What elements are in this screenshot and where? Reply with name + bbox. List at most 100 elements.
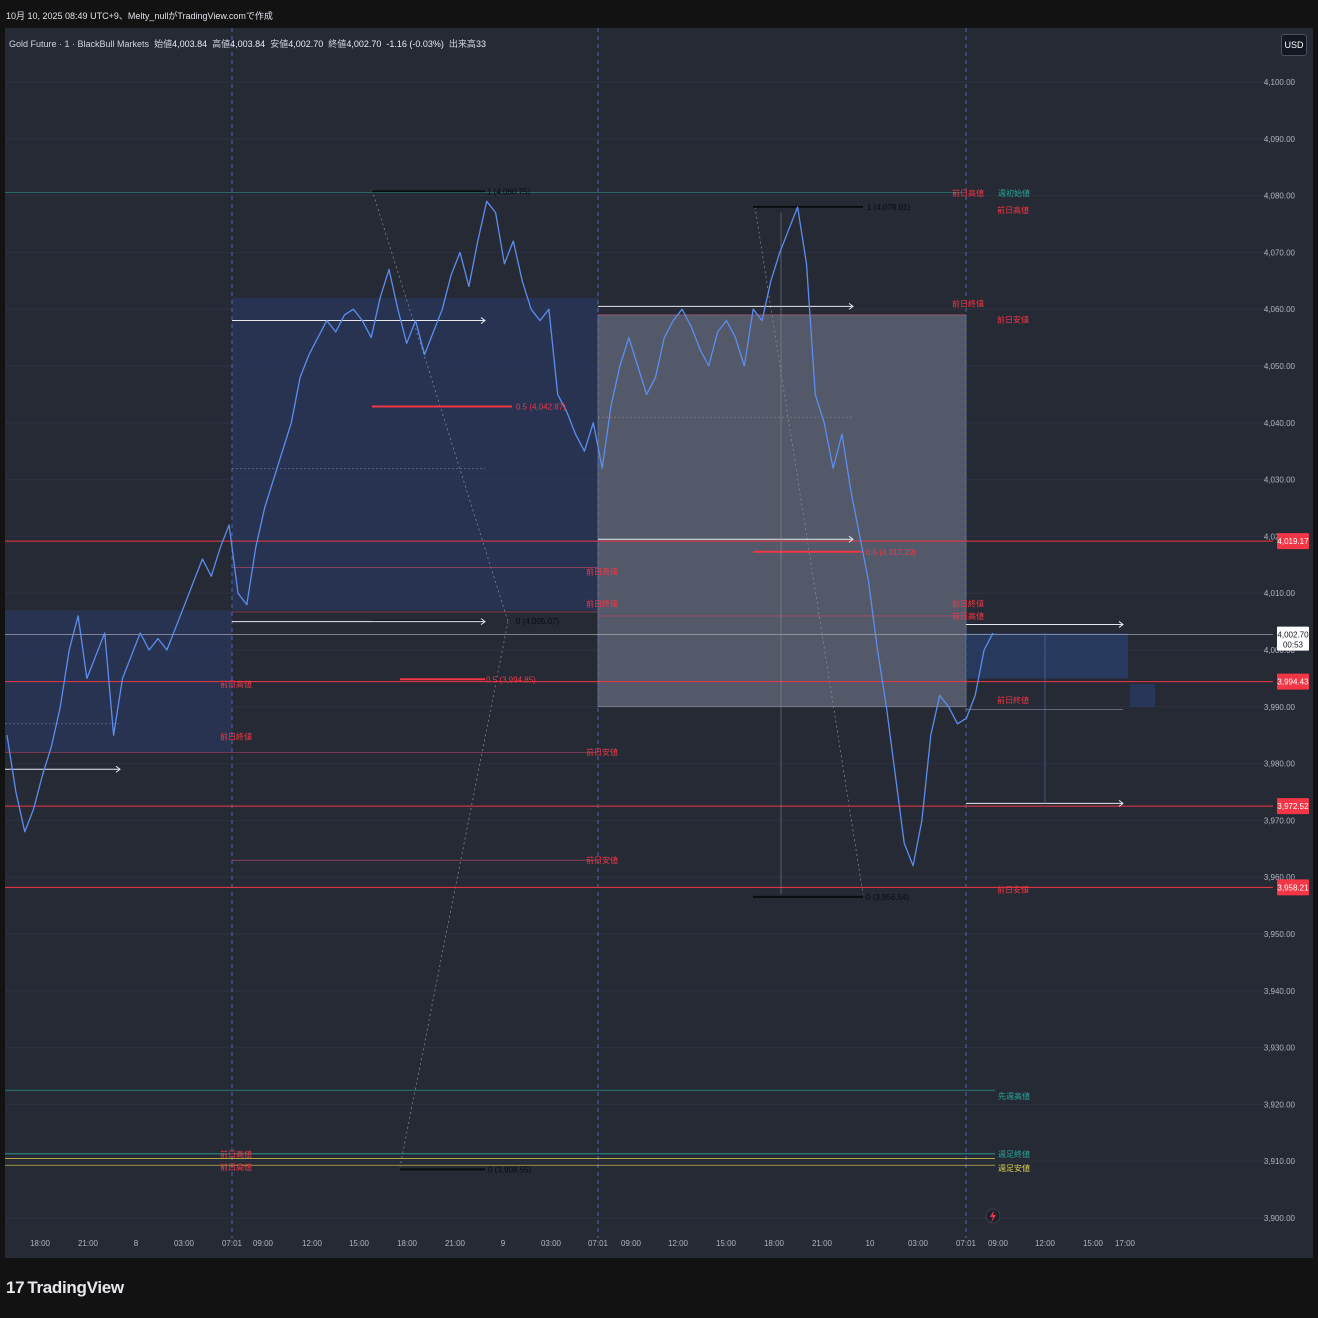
close-value: 4,002.70 [346, 39, 382, 49]
level-label: 前日高値 [220, 1162, 252, 1172]
symbol-name: Gold Future · 1 · BlackBull Markets [9, 39, 150, 49]
x-axis-tick: 03:00 [174, 1239, 195, 1248]
high-value: 4,003.84 [230, 39, 266, 49]
x-axis-tick: 07:01 [222, 1239, 243, 1248]
y-axis-tick: 3,950.00 [1264, 930, 1296, 939]
y-axis-tick: 3,910.00 [1264, 1157, 1296, 1166]
x-axis-tick: 09:00 [253, 1239, 274, 1248]
price-chart[interactable]: 1 (4,080.75) 0.5 (4,042.87) 0 (4,005.07) 0.… [5, 28, 1313, 1258]
x-axis-tick: 03:00 [541, 1239, 562, 1248]
fib-connector [399, 621, 509, 1167]
y-axis-tick: 4,060.00 [1264, 305, 1296, 314]
y-axis-tick: 3,980.00 [1264, 760, 1296, 769]
session-box-3 [597, 314, 967, 708]
y-axis-tick: 4,030.00 [1264, 476, 1296, 485]
y-axis-tick: 3,900.00 [1264, 1214, 1296, 1223]
level-label: 前日終値 [586, 598, 618, 608]
session-box-2 [232, 297, 598, 611]
x-axis-tick: 15:00 [349, 1239, 370, 1248]
tradingview-wordmark: TradingView [27, 1278, 124, 1297]
x-axis-tick: 18:00 [764, 1239, 785, 1248]
level-label: 前日安値 [586, 855, 618, 865]
x-axis-tick: 10 [866, 1239, 875, 1248]
y-axis-tick: 4,080.00 [1264, 192, 1296, 201]
low-value: 4,002.70 [288, 39, 324, 49]
level-label: 前日安値 [997, 885, 1029, 895]
open-label: 始値 [154, 39, 173, 49]
countdown-text: 00:53 [1283, 641, 1304, 650]
volume-label: 出来高 [448, 39, 476, 49]
level-label: 前日安値 [997, 314, 1029, 324]
x-axis-tick: 9 [501, 1239, 506, 1248]
fib-label: 0.5 (3,994.85) [486, 675, 536, 684]
fib-label: 0 (3,956.54) [866, 893, 909, 902]
y-axis-tick: 3,990.00 [1264, 703, 1296, 712]
level-label: 前日高値 [220, 679, 252, 689]
chart-area[interactable]: 1 (4,080.75) 0.5 (4,042.87) 0 (4,005.07) 0.… [5, 28, 1313, 1258]
level-label: 前日終値 [952, 299, 984, 309]
y-axis-tick: 3,930.00 [1264, 1044, 1296, 1053]
tradingview-logo: 17 TradingView [6, 1278, 124, 1298]
close-label: 終値 [328, 39, 347, 49]
price-badge-text: 4,019.17 [1277, 537, 1309, 546]
level-label: 前日高値 [952, 611, 984, 621]
session-box-5 [1130, 684, 1155, 707]
level-label: 先週高値 [998, 1091, 1030, 1101]
x-axis-tick: 12:00 [668, 1239, 689, 1248]
tradingview-logo-icon: 17 [6, 1278, 25, 1297]
level-label: 週足終値 [998, 1149, 1030, 1159]
footer-bar: 17 TradingView [0, 1258, 1318, 1318]
currency-button[interactable]: USD [1281, 34, 1307, 56]
y-axis-tick: 3,920.00 [1264, 1100, 1296, 1109]
fib-label: 1 (4,078.01) [867, 203, 910, 212]
x-axis-tick: 21:00 [78, 1239, 99, 1248]
y-axis-tick: 4,090.00 [1264, 135, 1296, 144]
high-label: 高値 [212, 39, 231, 49]
change-value: -1.16 (-0.03%) [386, 39, 444, 49]
y-axis-tick: 4,100.00 [1264, 78, 1296, 87]
level-label: 前日安値 [586, 747, 618, 757]
price-badge-text: 3,994.43 [1277, 678, 1309, 687]
fib-label: 0 (3,908.55) [488, 1165, 531, 1174]
fib-label: 0.5 (4,017.29) [866, 548, 916, 557]
header-bar: 10月 10, 2025 08:49 UTC+9、Melty_nullがTrad… [0, 0, 1318, 28]
level-label: 週足安値 [998, 1163, 1030, 1173]
level-label: 前日高値 [586, 567, 618, 577]
x-axis-tick: 09:00 [621, 1239, 642, 1248]
x-axis-tick: 18:00 [30, 1239, 51, 1248]
x-axis-tick: 21:00 [445, 1239, 466, 1248]
x-axis-tick: 15:00 [716, 1239, 737, 1248]
y-axis-tick: 4,040.00 [1264, 419, 1296, 428]
fib-label: 0.5 (4,042.87) [516, 402, 566, 411]
header-text: 10月 10, 2025 08:49 UTC+9、Melty_nullがTrad… [6, 11, 273, 21]
y-axis-tick: 3,940.00 [1264, 987, 1296, 996]
x-axis-tick: 15:00 [1083, 1239, 1104, 1248]
y-axis-tick: 4,050.00 [1264, 362, 1296, 371]
x-axis-tick: 03:00 [908, 1239, 929, 1248]
price-badge-text: 3,972.52 [1277, 802, 1309, 811]
x-axis-tick: 07:01 [588, 1239, 609, 1248]
level-label: 週初始値 [998, 188, 1030, 198]
current-price-text: 4,002.70 [1277, 631, 1309, 640]
x-axis-tick: 21:00 [812, 1239, 833, 1248]
level-label: 前日終値 [220, 731, 252, 741]
x-axis-tick: 17:00 [1115, 1239, 1136, 1248]
session-box-4 [966, 632, 1128, 679]
y-axis-tick: 4,010.00 [1264, 589, 1296, 598]
symbol-legend: Gold Future · 1 · BlackBull Markets 始値4,… [9, 37, 486, 50]
fib-label: 1 (4,080.75) [487, 187, 530, 196]
open-value: 4,003.84 [172, 39, 208, 49]
x-axis-tick: 18:00 [397, 1239, 418, 1248]
level-label: 前日高値 [997, 205, 1029, 215]
x-axis-tick: 8 [134, 1239, 139, 1248]
y-axis-tick: 4,070.00 [1264, 248, 1296, 257]
x-axis-tick: 07:01 [956, 1239, 977, 1248]
level-label: 前日終値 [997, 695, 1029, 705]
volume-value: 33 [475, 39, 486, 49]
level-label: 前日高値 [220, 1149, 252, 1159]
fib-label: 0 (4,005.07) [516, 617, 559, 626]
low-label: 安値 [270, 39, 289, 49]
y-axis-tick: 3,970.00 [1264, 816, 1296, 825]
level-label: 前日高値 [952, 188, 984, 198]
x-axis-tick: 12:00 [302, 1239, 323, 1248]
